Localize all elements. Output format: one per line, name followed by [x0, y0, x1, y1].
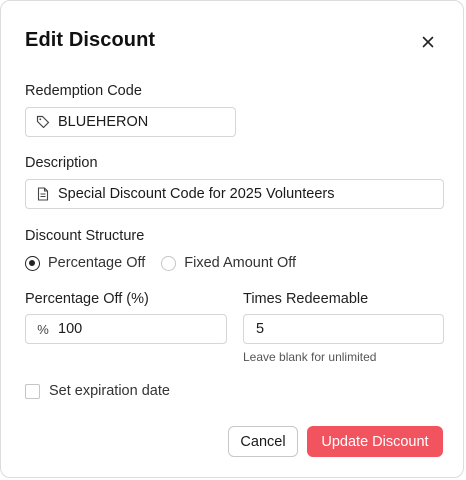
percentage-off-input[interactable]: % 100: [25, 314, 227, 344]
close-button[interactable]: [417, 31, 439, 53]
cancel-button[interactable]: Cancel: [228, 426, 298, 457]
set-expiration-checkbox[interactable]: Set expiration date: [25, 383, 170, 399]
times-redeemable-value: 5: [256, 321, 265, 337]
dialog-title: Edit Discount: [25, 29, 156, 51]
times-redeemable-label: Times Redeemable: [243, 291, 369, 307]
percent-prefix: %: [37, 321, 49, 337]
update-discount-button[interactable]: Update Discount: [307, 426, 443, 457]
checkbox-unchecked-icon: [25, 383, 40, 399]
discount-structure-radio-group: Percentage Off Fixed Amount Off: [25, 255, 296, 271]
description-value: Special Discount Code for 2025 Volunteer…: [58, 186, 335, 202]
discount-structure-label: Discount Structure: [25, 228, 145, 244]
fixed-amount-off-radio[interactable]: Fixed Amount Off: [161, 255, 296, 271]
radio-checked-icon: [25, 255, 40, 271]
redemption-code-input[interactable]: BLUEHERON: [25, 107, 236, 137]
redemption-code-value: BLUEHERON: [58, 114, 149, 130]
times-redeemable-input[interactable]: 5: [243, 314, 444, 344]
times-redeemable-hint: Leave blank for unlimited: [243, 350, 377, 364]
percentage-off-value: 100: [58, 321, 83, 337]
radio-unchecked-icon: [161, 255, 177, 271]
document-icon: [36, 187, 50, 201]
tag-icon: [36, 115, 50, 129]
description-input[interactable]: Special Discount Code for 2025 Volunteer…: [25, 179, 444, 209]
edit-discount-dialog: Edit Discount Redemption Code BLUEHERON …: [0, 0, 464, 478]
description-label: Description: [25, 155, 98, 171]
percentage-off-radio-label: Percentage Off: [48, 255, 146, 271]
set-expiration-label: Set expiration date: [49, 383, 170, 399]
redemption-code-label: Redemption Code: [25, 83, 142, 99]
fixed-amount-off-radio-label: Fixed Amount Off: [184, 255, 297, 271]
percentage-off-label: Percentage Off (%): [25, 291, 149, 307]
close-icon: [422, 36, 434, 48]
percentage-off-radio[interactable]: Percentage Off: [25, 255, 145, 271]
